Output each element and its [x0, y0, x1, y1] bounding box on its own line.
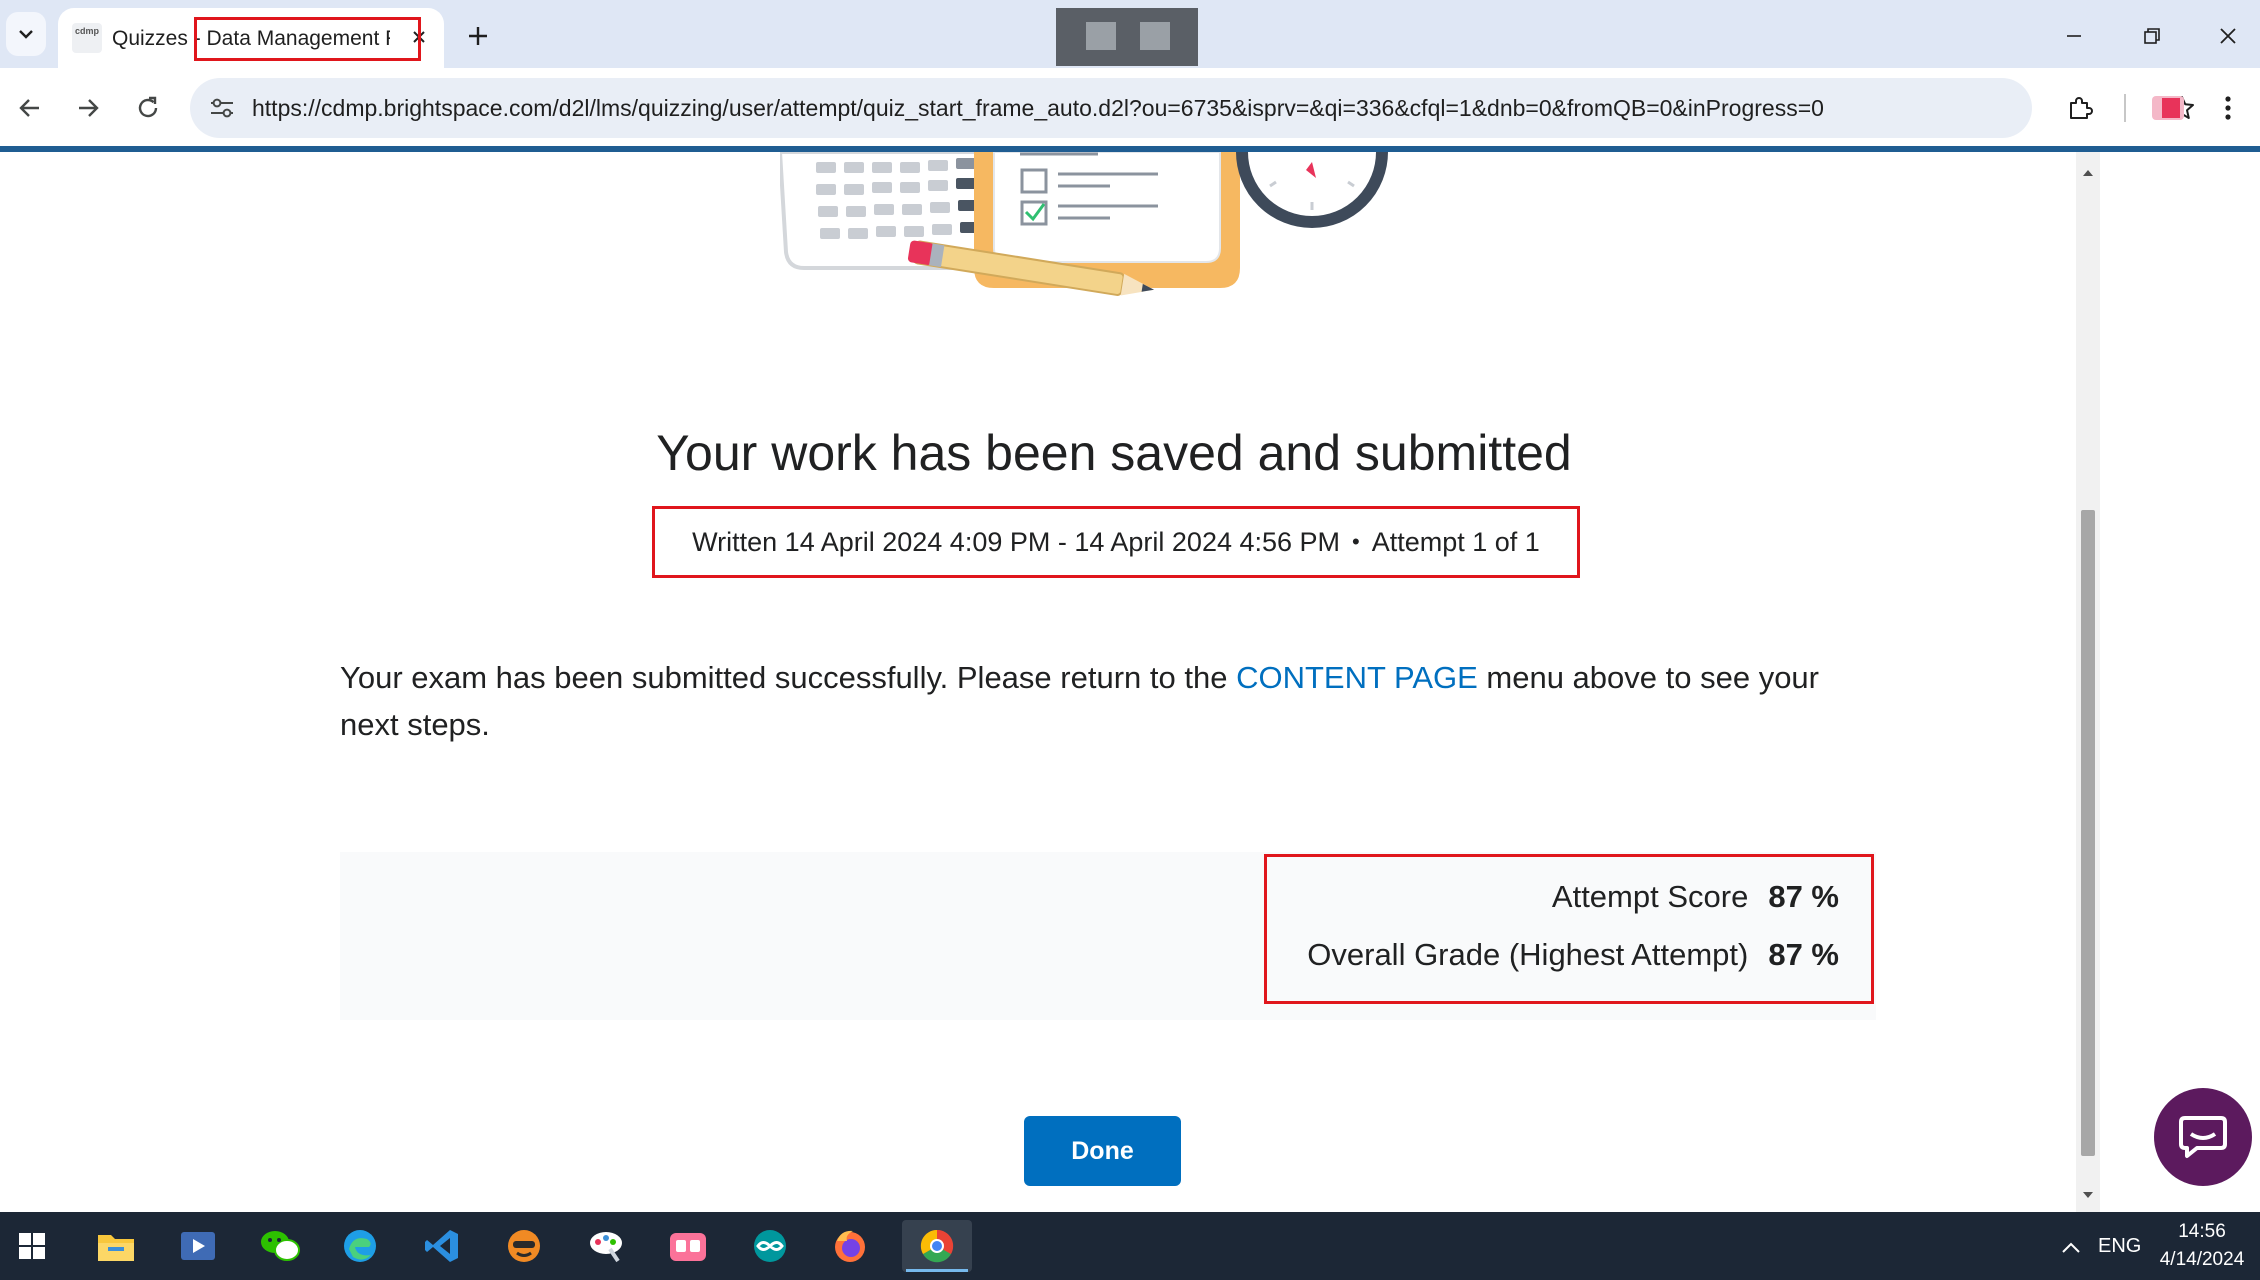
tab-close-button[interactable]: [404, 22, 434, 52]
page-title: Your work has been saved and submitted: [656, 425, 1572, 481]
start-button[interactable]: [2, 1220, 62, 1272]
bilibili-icon: [670, 1233, 706, 1261]
tab-title: Quizzes - Data Management Fu: [112, 27, 390, 50]
arrow-left-icon: [19, 99, 39, 117]
tune-icon: [211, 98, 233, 118]
chat-icon: [2179, 1116, 2227, 1158]
restore-icon: [2144, 28, 2160, 44]
media-player-icon: [181, 1232, 215, 1260]
chevron-down-icon: [19, 30, 33, 39]
attempt-score-row: Attempt Score 87 %: [1552, 879, 1839, 915]
overall-grade-label: Overall Grade (Highest Attempt): [1307, 937, 1749, 972]
chat-widget-button[interactable]: [2154, 1088, 2252, 1186]
taskbar-file-explorer[interactable]: [86, 1220, 146, 1272]
arrow-up-icon: [2083, 170, 2093, 176]
arduino-icon: [754, 1230, 786, 1262]
fox-app-icon: [508, 1230, 540, 1262]
minimize-icon: [2067, 35, 2081, 37]
submission-message: Your exam has been submitted successfull…: [340, 654, 1880, 748]
taskbar-chrome[interactable]: [902, 1220, 972, 1272]
attempt-score-value: 87 %: [1768, 879, 1839, 914]
more-vertical-icon: [2225, 96, 2231, 120]
minimize-button[interactable]: [2054, 16, 2094, 56]
avatar-icon: [2152, 96, 2184, 120]
quiz-illustration: [780, 152, 1388, 296]
chevron-up-icon: [2062, 1242, 2080, 1253]
arrow-down-icon: [2083, 1192, 2093, 1198]
clock-time: 14:56: [2178, 1221, 2226, 1242]
back-button[interactable]: [8, 86, 52, 130]
taskbar-fox-app[interactable]: [494, 1220, 554, 1272]
scroll-up-button[interactable]: [2076, 168, 2100, 188]
written-time-range: Written 14 April 2024 4:09 PM - 14 April…: [692, 526, 1341, 557]
taskbar-wechat[interactable]: [250, 1220, 310, 1272]
browser-tabstrip: cdmp Quizzes - Data Management Fu: [0, 0, 2260, 68]
redacted-region: [1056, 8, 1198, 66]
overall-grade-value: 87 %: [1768, 937, 1839, 972]
firefox-icon: [835, 1230, 865, 1262]
taskbar-arduino[interactable]: [740, 1220, 800, 1272]
attempt-count: Attempt 1 of 1: [1371, 526, 1540, 557]
restore-button[interactable]: [2132, 16, 2172, 56]
browser-tab-active[interactable]: cdmp Quizzes - Data Management Fu: [58, 8, 444, 68]
edge-icon: [344, 1230, 376, 1262]
taskbar-media-player[interactable]: [168, 1220, 228, 1272]
chrome-icon: [920, 1229, 954, 1263]
attempt-score-label: Attempt Score: [1551, 879, 1749, 914]
forward-button[interactable]: [66, 86, 110, 130]
close-icon: [2220, 28, 2236, 44]
overall-grade-row: Overall Grade (Highest Attempt) 87 %: [1307, 937, 1839, 973]
site-info-button[interactable]: [204, 90, 240, 126]
reload-button[interactable]: [126, 86, 170, 130]
toolbar-separator: [2124, 94, 2126, 122]
close-window-button[interactable]: [2208, 16, 2248, 56]
input-language[interactable]: ENG: [2098, 1212, 2141, 1280]
profile-button[interactable]: [2146, 86, 2190, 130]
done-button[interactable]: Done: [1024, 1116, 1181, 1186]
score-highlight-box: Attempt Score 87 % Overall Grade (Highes…: [1264, 854, 1874, 1004]
close-icon: [413, 31, 425, 43]
taskbar-firefox[interactable]: [820, 1220, 880, 1272]
extensions-button[interactable]: [2058, 86, 2102, 130]
tab-search-button[interactable]: [6, 12, 46, 56]
vscode-icon: [425, 1230, 458, 1262]
windows-taskbar: ENG 14:56 4/14/2024: [0, 1212, 2260, 1280]
quiz-submission-page: Your work has been saved and submitted W…: [0, 152, 2076, 1212]
reload-icon: [138, 96, 158, 118]
taskbar-bilibili[interactable]: [658, 1220, 718, 1272]
tab-favicon: cdmp: [72, 23, 102, 53]
puzzle-icon: [2070, 97, 2093, 119]
attempt-metadata: Written 14 April 2024 4:09 PM - 14 April…: [652, 506, 1580, 578]
url-text[interactable]: https://cdmp.brightspace.com/d2l/lms/qui…: [252, 78, 1952, 138]
scrollbar-thumb[interactable]: [2081, 510, 2095, 1156]
arrow-right-icon: [79, 99, 99, 117]
paint-app-icon: [590, 1232, 622, 1263]
clock-icon: [1236, 152, 1388, 228]
file-explorer-icon: [98, 1235, 134, 1261]
content-page-link[interactable]: CONTENT PAGE: [1236, 660, 1478, 695]
system-clock[interactable]: 14:56 4/14/2024: [2150, 1218, 2254, 1274]
message-text-before: Your exam has been submitted successfull…: [340, 660, 1237, 695]
taskbar-paint-app[interactable]: [576, 1220, 636, 1272]
browser-menu-button[interactable]: [2208, 86, 2248, 130]
new-tab-button[interactable]: [458, 16, 498, 56]
taskbar-vscode[interactable]: [412, 1220, 472, 1272]
scroll-down-button[interactable]: [2076, 1190, 2100, 1210]
clock-date: 4/14/2024: [2159, 1249, 2245, 1270]
address-bar[interactable]: https://cdmp.brightspace.com/d2l/lms/qui…: [190, 78, 2194, 138]
bullet-separator: •: [1352, 529, 1360, 554]
start-icon: [19, 1233, 45, 1259]
browser-toolbar: https://cdmp.brightspace.com/d2l/lms/qui…: [0, 68, 2260, 148]
wechat-icon: [261, 1231, 300, 1261]
tray-overflow-button[interactable]: [2054, 1230, 2088, 1264]
taskbar-edge[interactable]: [330, 1220, 390, 1272]
page-scrollbar[interactable]: [2076, 152, 2100, 1212]
plus-icon: [469, 27, 487, 45]
